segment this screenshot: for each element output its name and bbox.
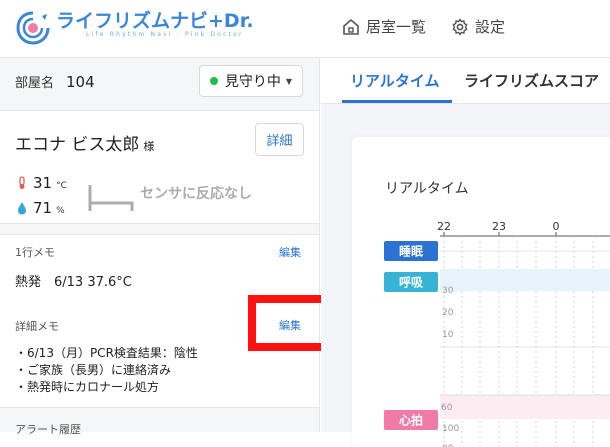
humidity-value: 71	[33, 199, 53, 217]
app-logo[interactable]: ライフリズムナビ+Dr. Life Rhythm Navi · Pink Doc…	[14, 9, 254, 47]
chevron-down-icon: ▼	[285, 76, 293, 86]
logo-title: ライフリズムナビ	[56, 10, 209, 32]
watch-status-dropdown[interactable]: 見守り中 ▼	[199, 65, 303, 97]
nav-settings[interactable]: 設定	[451, 16, 505, 37]
detail-memo-title: 詳細メモ	[15, 320, 59, 333]
temperature-value: 31	[33, 174, 53, 192]
main-content: リアルタイム ライフリズムスコア リアルタイム 22 23 0 睡眠 呼吸 30…	[321, 58, 610, 447]
hour-tick-label: 0	[553, 220, 560, 233]
heart-rate-tick-60: 60	[441, 403, 453, 413]
app-header: ライフリズムナビ+Dr. Life Rhythm Navi · Pink Doc…	[0, 0, 610, 58]
nav-room-list[interactable]: 居室一覧	[342, 16, 426, 37]
tab-realtime[interactable]: リアルタイム	[350, 70, 440, 91]
alert-history-title: アラート履歴	[15, 423, 81, 436]
realtime-chart: 22 23 0 睡眠 呼吸 30 20 10 心拍 100	[384, 220, 610, 447]
logo-subtitle: Life Rhythm Navi · Pink Doctor	[86, 31, 244, 38]
heart-rate-label: 心拍	[399, 413, 423, 428]
short-memo-title: 1行メモ	[15, 246, 55, 259]
resident-name-text: エコナ ビス太郎	[15, 135, 140, 155]
humidity-reading: 71 %	[17, 199, 65, 217]
logo-suffix: +Dr.	[208, 10, 254, 32]
respiration-band	[440, 269, 610, 291]
tab-life-rhythm-score[interactable]: ライフリズムスコア	[464, 70, 599, 91]
nav-settings-label: 設定	[475, 18, 506, 36]
hour-tick-label: 22	[437, 220, 451, 233]
room-label: 部屋名	[15, 76, 55, 91]
gear-icon	[452, 17, 468, 36]
home-icon	[343, 18, 359, 35]
sleep-label: 睡眠	[399, 244, 423, 259]
resident-panel: 部屋名 104 見守り中 ▼ エコナ ビス太郎様 詳細 31 °C 71 % セ…	[0, 58, 334, 436]
short-memo-edit-link[interactable]: 編集	[279, 244, 301, 260]
bed-icon	[88, 185, 134, 211]
realtime-chart-card: リアルタイム 22 23 0 睡眠 呼吸 30 20 10 心拍 100	[352, 137, 610, 447]
detail-memo-list: ・6/13（月）PCR検査結果：陰性 ・ご家族（長男）に連絡済み ・熱発時にカロ…	[15, 345, 198, 396]
water-drop-icon	[18, 202, 26, 215]
humidity-unit: %	[56, 206, 65, 216]
logo-icon	[16, 11, 50, 45]
temperature-reading: 31 °C	[17, 174, 67, 192]
respiration-tick: 20	[442, 308, 454, 318]
list-item: ・ご家族（長男）に連絡済み	[15, 363, 172, 377]
resident-card: エコナ ビス太郎様 詳細 31 °C 71 % センサに反応なし	[0, 110, 319, 224]
nav-room-list-label: 居室一覧	[366, 18, 427, 36]
status-dot-icon	[209, 77, 218, 85]
list-item: ・熱発時にカロナール処方	[15, 380, 160, 394]
list-item: ・6/13（月）PCR検査結果：陰性	[15, 346, 198, 360]
heart-rate-band	[440, 395, 610, 419]
watch-status-label: 見守り中	[224, 74, 281, 90]
sensor-status: センサに反応なし	[140, 186, 252, 202]
respiration-tick: 10	[442, 330, 454, 340]
respiration-label: 呼吸	[399, 275, 424, 290]
resident-name: エコナ ビス太郎様	[15, 130, 154, 155]
respiration-tick: 30	[442, 286, 454, 296]
temperature-unit: °C	[56, 181, 67, 191]
room-number: 104	[66, 72, 95, 91]
short-memo-text: 熱発 6/13 37.6°C	[15, 275, 132, 290]
heart-rate-tick: 100	[442, 424, 459, 434]
thermometer-icon	[19, 176, 25, 189]
tab-active-indicator	[342, 100, 452, 103]
detail-button[interactable]: 詳細	[255, 123, 304, 156]
tab-bar: リアルタイム ライフリズムスコア	[321, 58, 610, 104]
room-info: 部屋名 104	[15, 72, 95, 92]
hour-tick-label: 23	[492, 220, 506, 233]
short-memo-section: 1行メモ 編集 熱発 6/13 37.6°C	[0, 234, 319, 299]
resident-honorific: 様	[143, 140, 155, 153]
